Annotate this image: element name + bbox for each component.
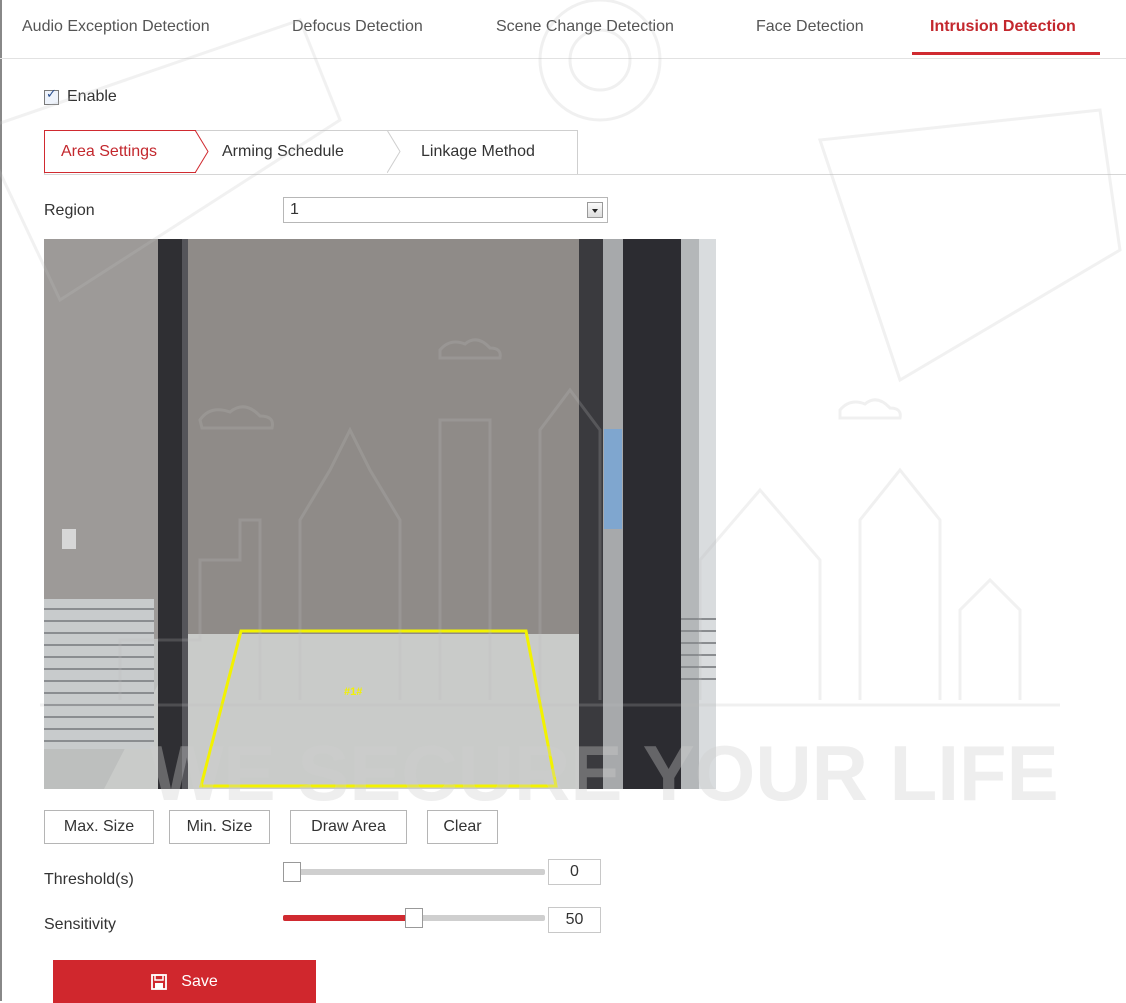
tab-scene-change-detection[interactable]: Scene Change Detection <box>496 18 674 36</box>
save-label: Save <box>181 972 218 990</box>
subtab-linkage-method[interactable]: Linkage Method <box>421 143 535 161</box>
threshold-slider[interactable] <box>283 862 545 882</box>
region-select[interactable]: 1 <box>283 197 608 223</box>
enable-row: Enable <box>44 87 117 106</box>
max-size-button[interactable]: Max. Size <box>44 810 154 844</box>
subtab-area-settings[interactable]: Area Settings <box>61 143 157 161</box>
draw-area-button[interactable]: Draw Area <box>290 810 407 844</box>
live-video-preview[interactable]: #1# <box>44 239 716 789</box>
clear-button[interactable]: Clear <box>427 810 498 844</box>
floppy-disk-icon <box>151 973 168 990</box>
sensitivity-label: Sensitivity <box>44 916 117 933</box>
region-value: 1 <box>290 201 299 218</box>
region-label: Region <box>44 202 95 219</box>
min-size-button[interactable]: Min. Size <box>169 810 270 844</box>
tab-face-detection[interactable]: Face Detection <box>756 18 864 36</box>
sensitivity-value-field[interactable]: 50 <box>548 907 601 933</box>
svg-text:#1#: #1# <box>344 686 362 698</box>
threshold-value-field[interactable]: 0 <box>548 859 601 885</box>
active-tab-indicator <box>912 52 1100 55</box>
tab-intrusion-detection[interactable]: Intrusion Detection <box>930 18 1076 36</box>
settings-subtabs: Area Settings Arming Schedule Linkage Me… <box>44 130 1126 175</box>
tab-audio-exception-detection[interactable]: Audio Exception Detection <box>22 18 210 36</box>
subtab-separator-active <box>195 130 209 173</box>
detection-tabs: Audio Exception Detection Defocus Detect… <box>0 0 1126 59</box>
enable-checkbox[interactable] <box>44 87 59 105</box>
sensitivity-slider-handle[interactable] <box>405 908 423 928</box>
sensitivity-slider-fill <box>283 915 414 921</box>
sensitivity-slider[interactable] <box>283 908 545 928</box>
subtab-separator <box>387 130 401 173</box>
enable-label: Enable <box>67 88 117 105</box>
chevron-down-icon[interactable] <box>587 202 603 218</box>
save-button[interactable]: Save <box>53 960 316 1003</box>
tab-defocus-detection[interactable]: Defocus Detection <box>292 18 423 36</box>
subtab-arming-schedule[interactable]: Arming Schedule <box>222 143 344 161</box>
camera-scene: #1# <box>44 239 716 789</box>
threshold-label: Threshold(s) <box>44 871 134 888</box>
threshold-slider-handle[interactable] <box>283 862 301 882</box>
